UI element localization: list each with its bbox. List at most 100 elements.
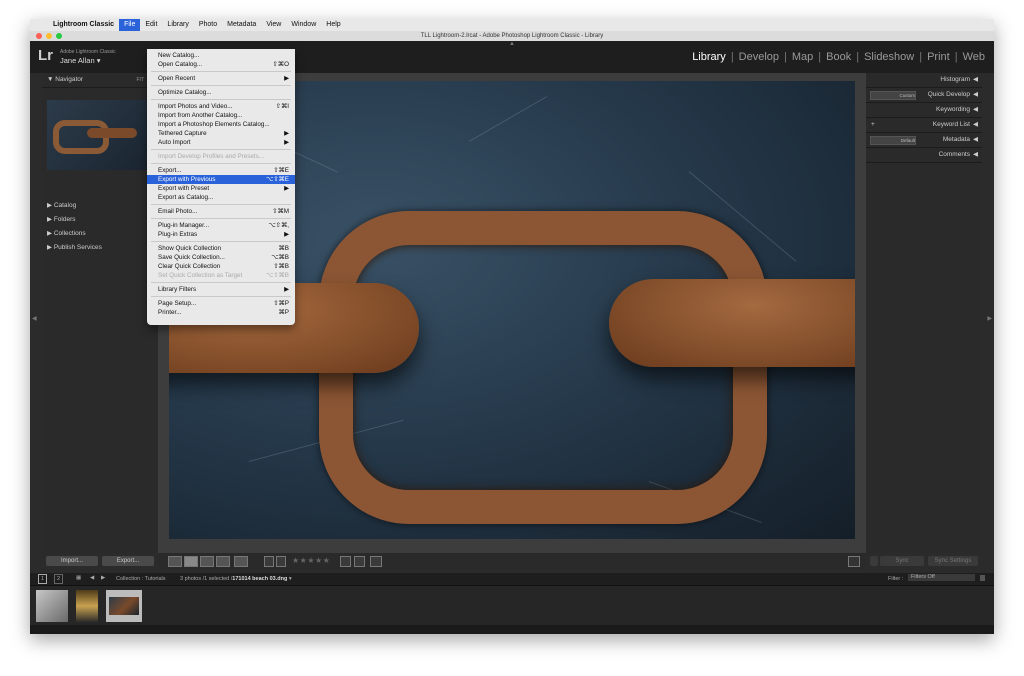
zoom-button[interactable] xyxy=(56,33,62,39)
sync-settings-button[interactable]: Sync Settings xyxy=(928,556,978,566)
menu-metadata[interactable]: Metadata xyxy=(222,19,261,31)
quick-develop-preset[interactable]: Custom xyxy=(870,91,916,100)
plus-icon[interactable]: + xyxy=(871,118,875,132)
menu-item-label: Export... xyxy=(158,167,182,174)
loupe-view-icon[interactable] xyxy=(184,556,198,567)
people-view-icon[interactable] xyxy=(234,556,248,567)
module-map[interactable]: Map xyxy=(787,51,818,63)
menu-item-label: Library Filters xyxy=(158,286,197,293)
menu-file[interactable]: File xyxy=(119,19,141,31)
top-edge-arrow-icon[interactable]: ▲ xyxy=(509,41,515,47)
menu-help[interactable]: Help xyxy=(321,19,345,31)
rotate-left-icon[interactable] xyxy=(340,556,351,567)
menu-item-optimize-catalog[interactable]: Optimize Catalog... xyxy=(147,88,295,97)
metadata-preset[interactable]: Default xyxy=(870,136,916,145)
collections-panel[interactable]: ▶ Collections xyxy=(42,227,158,241)
navigator-fit[interactable]: FIT xyxy=(137,73,145,87)
menu-item-email-photo[interactable]: Email Photo... ⇧⌘M xyxy=(147,207,295,216)
grid-view-icon[interactable] xyxy=(168,556,182,567)
menu-photo[interactable]: Photo xyxy=(194,19,222,31)
menu-app[interactable]: Lightroom Classic xyxy=(48,19,119,31)
keywording-panel[interactable]: Keywording ◀ xyxy=(866,103,982,118)
catalog-panel[interactable]: ▶ Catalog xyxy=(42,199,158,213)
menu-item-new-catalog[interactable]: New Catalog... xyxy=(147,51,295,60)
menu-item-export[interactable]: Export... ⇧⌘E xyxy=(147,166,295,175)
filmstrip-thumbnail[interactable] xyxy=(36,590,68,622)
selected-filename[interactable]: 171014 beach 03.dng xyxy=(232,576,287,582)
left-edge-arrow-icon[interactable]: ◀ xyxy=(32,315,37,322)
flag-icon[interactable] xyxy=(264,556,274,567)
menu-item-open-recent[interactable]: Open Recent ▶ xyxy=(147,74,295,83)
keyword-list-panel[interactable]: + Keyword List ◀ xyxy=(866,118,982,133)
filmstrip-thumbnail[interactable] xyxy=(76,590,98,622)
page-1-button[interactable]: 1 xyxy=(38,574,48,584)
menu-item-library-filters[interactable]: Library Filters ▶ xyxy=(147,285,295,294)
triangle-left-icon: ◀ xyxy=(973,76,978,83)
menu-item-export-with-preset[interactable]: Export with Preset ▶ xyxy=(147,184,295,193)
submenu-arrow-icon: ▶ xyxy=(284,75,289,82)
filter-lock-icon[interactable] xyxy=(980,575,985,581)
module-print[interactable]: Print xyxy=(922,51,955,63)
menu-item-show-quick-collection[interactable]: Show Quick Collection ⌘B xyxy=(147,244,295,253)
crop-overlay-icon[interactable] xyxy=(370,556,382,567)
compare-view-icon[interactable] xyxy=(200,556,214,567)
reject-flag-icon[interactable] xyxy=(276,556,286,567)
menu-item-tethered-capture[interactable]: Tethered Capture ▶ xyxy=(147,129,295,138)
module-book[interactable]: Book xyxy=(821,51,856,63)
menu-item-save-quick-collection[interactable]: Save Quick Collection... ⌥⌘B xyxy=(147,253,295,262)
menu-item-clear-quick-collection[interactable]: Clear Quick Collection ⇧⌘B xyxy=(147,262,295,271)
sync-button[interactable]: Sync xyxy=(880,556,924,566)
submenu-arrow-icon: ▶ xyxy=(284,185,289,192)
metadata-panel[interactable]: Default Metadata ◀ xyxy=(866,133,982,148)
folders-panel[interactable]: ▶ Folders xyxy=(42,213,158,227)
menu-edit[interactable]: Edit xyxy=(140,19,162,31)
page-2-button[interactable]: 2 xyxy=(54,574,64,584)
menu-separator xyxy=(151,218,291,219)
publish-services-panel[interactable]: ▶ Publish Services xyxy=(42,241,158,255)
toolbar-menu-icon[interactable] xyxy=(848,556,860,567)
navigator-preview[interactable] xyxy=(47,100,153,170)
user-name[interactable]: Jane Allan ▾ xyxy=(60,56,100,65)
back-arrow-icon[interactable]: ◀ xyxy=(90,575,94,581)
forward-arrow-icon[interactable]: ▶ xyxy=(101,575,105,581)
photo-scratch xyxy=(468,96,548,142)
module-develop[interactable]: Develop xyxy=(734,51,784,63)
menu-item-page-setup[interactable]: Page Setup... ⇧⌘P xyxy=(147,299,295,308)
grid-icon[interactable]: ▦ xyxy=(76,575,81,581)
module-library[interactable]: Library xyxy=(687,51,731,63)
filter-select[interactable]: Filters Off xyxy=(908,574,975,581)
minimize-button[interactable] xyxy=(46,33,52,39)
quick-develop-panel[interactable]: Custom Quick Develop ◀ xyxy=(866,88,982,103)
menu-item-import-from-another-catalog[interactable]: Import from Another Catalog... xyxy=(147,111,295,120)
import-button[interactable]: Import... xyxy=(46,556,98,566)
menu-item-open-catalog[interactable]: Open Catalog... ⇧⌘O xyxy=(147,60,295,69)
menu-item-import-a-photoshop-elements-catalog[interactable]: Import a Photoshop Elements Catalog... xyxy=(147,120,295,129)
menu-item-plug-in-manager[interactable]: Plug-in Manager... ⌥⇧⌘, xyxy=(147,221,295,230)
close-button[interactable] xyxy=(36,33,42,39)
star-rating[interactable]: ★★★★★ xyxy=(292,556,330,565)
menu-item-import-develop-profiles-and-presets: Import Develop Profiles and Presets... xyxy=(147,152,295,161)
menu-item-import-photos-and-video[interactable]: Import Photos and Video... ⇧⌘I xyxy=(147,102,295,111)
filmstrip-header: 1 2 ▦ ◀ ▶ Collection : Tutorials 3 photo… xyxy=(30,573,994,585)
comments-panel[interactable]: Comments ◀ xyxy=(866,148,982,163)
right-edge-arrow-icon[interactable]: ▶ xyxy=(987,315,992,322)
menu-item-export-as-catalog[interactable]: Export as Catalog... xyxy=(147,193,295,202)
menu-window[interactable]: Window xyxy=(286,19,321,31)
menu-item-export-with-previous[interactable]: Export with Previous ⌥⇧⌘E xyxy=(147,175,295,184)
menu-item-printer[interactable]: Printer... ⌘P xyxy=(147,308,295,317)
filmstrip-thumbnail-selected[interactable] xyxy=(106,590,142,622)
sync-toggle[interactable] xyxy=(870,556,878,566)
export-button[interactable]: Export... xyxy=(102,556,154,566)
menu-item-auto-import[interactable]: Auto Import ▶ xyxy=(147,138,295,147)
chevron-down-icon: ▾ xyxy=(96,56,101,65)
histogram-panel[interactable]: Histogram ◀ xyxy=(866,73,982,88)
menu-item-plug-in-extras[interactable]: Plug-in Extras ▶ xyxy=(147,230,295,239)
triangle-left-icon: ◀ xyxy=(973,151,978,158)
module-web[interactable]: Web xyxy=(958,51,990,63)
menu-view[interactable]: View xyxy=(261,19,286,31)
rotate-right-icon[interactable] xyxy=(354,556,365,567)
module-slideshow[interactable]: Slideshow xyxy=(859,51,919,63)
navigator-header[interactable]: ▼ Navigator FIT xyxy=(42,73,158,88)
survey-view-icon[interactable] xyxy=(216,556,230,567)
menu-library[interactable]: Library xyxy=(162,19,193,31)
